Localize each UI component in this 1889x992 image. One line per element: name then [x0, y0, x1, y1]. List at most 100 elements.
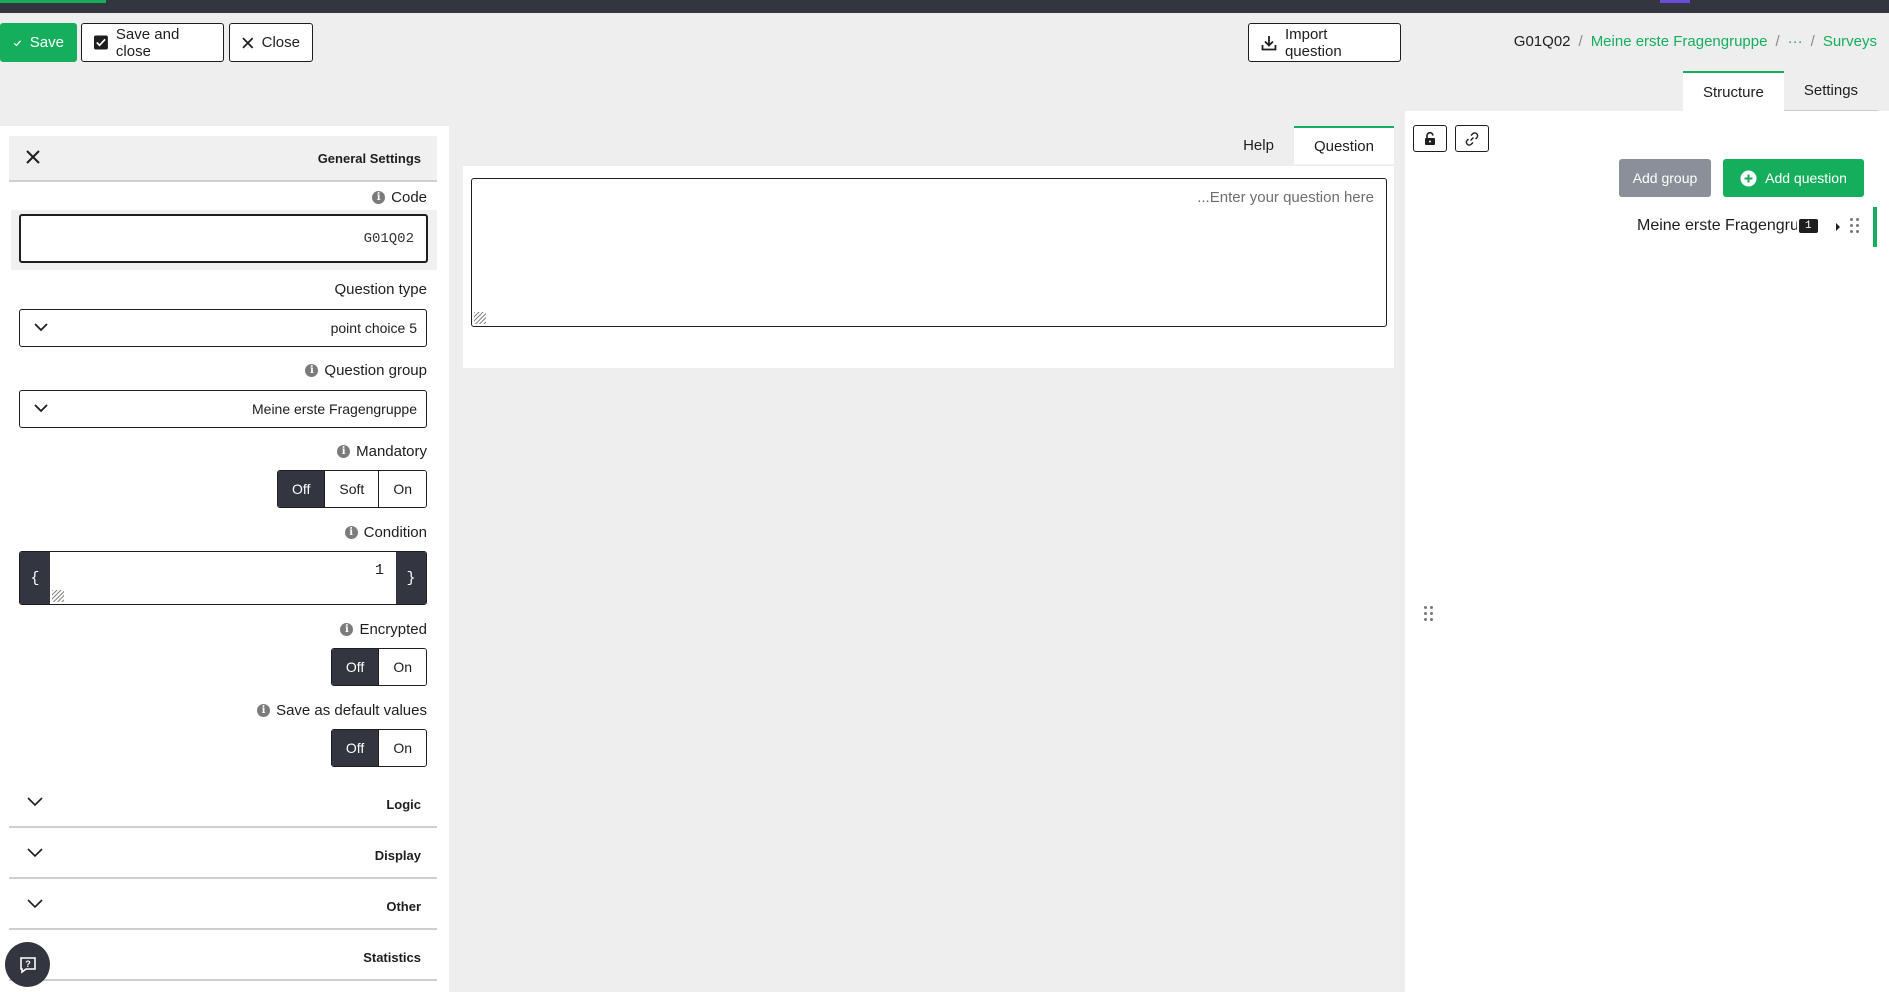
question-group-row[interactable]: Meine erste Fragengruppe 1 — [1405, 207, 1877, 247]
question-group-value: Meine erste Fragengruppe — [252, 401, 417, 417]
breadcrumb: G01Q02 / Meine erste Fragengruppe / ··· … — [1514, 33, 1877, 50]
info-icon[interactable]: i — [344, 526, 358, 539]
accordion-display[interactable]: Display — [9, 831, 437, 879]
mandatory-off-option[interactable]: Off — [277, 471, 325, 507]
general-settings-title: General Settings — [317, 151, 421, 166]
accordion-logic[interactable]: Logic — [9, 780, 437, 828]
chevron-down-icon — [34, 404, 48, 413]
breadcrumb-group-link[interactable]: Meine erste Fragengruppe — [1591, 33, 1768, 50]
import-icon — [1261, 35, 1277, 50]
close-button[interactable]: Close — [229, 23, 313, 62]
mandatory-on-option[interactable]: On — [378, 471, 426, 507]
code-input[interactable]: G01Q02 — [19, 214, 428, 263]
tab-help[interactable]: Help — [1223, 126, 1294, 164]
resize-handle-icon[interactable] — [52, 590, 64, 602]
save-default-off-option[interactable]: Off — [331, 730, 379, 766]
question-type-label: Question type — [334, 281, 427, 298]
caret-right-icon[interactable] — [1836, 223, 1840, 231]
import-question-button[interactable]: Import question — [1248, 23, 1401, 62]
chevron-down-icon — [27, 797, 43, 807]
encrypted-label-text: Encrypted — [359, 621, 427, 638]
drag-handle-icon[interactable] — [1850, 218, 1859, 233]
tab-question[interactable]: Question — [1293, 126, 1394, 164]
mandatory-soft-option[interactable]: Soft — [324, 471, 379, 507]
add-question-label: Add question — [1765, 170, 1847, 186]
question-type-value: point choice 5 — [330, 320, 417, 336]
mandatory-label-text: Mandatory — [356, 443, 427, 460]
condition-input[interactable]: 1 — [50, 552, 396, 604]
unlock-button[interactable] — [1413, 125, 1447, 152]
code-field-wrapper: G01Q02 — [11, 210, 437, 270]
link-icon — [1465, 131, 1479, 146]
feedback-chat-button[interactable]: ? — [5, 942, 50, 987]
checkbox-icon — [94, 35, 108, 50]
top-strip — [0, 0, 1889, 13]
encrypted-off-option[interactable]: Off — [331, 649, 379, 685]
chevron-down-icon — [27, 848, 43, 858]
breadcrumb-current: G01Q02 — [1513, 33, 1571, 50]
question-text-input[interactable]: ...Enter your question here — [471, 178, 1387, 327]
mandatory-toggle: Off Soft On — [276, 470, 427, 508]
link-toggle-button[interactable] — [1455, 125, 1489, 152]
save-button-label: Save — [29, 34, 64, 51]
add-question-button[interactable]: Add question — [1723, 159, 1864, 197]
save-default-label-text: Save as default values — [276, 702, 427, 719]
accordion-logic-label: Logic — [386, 797, 421, 812]
tab-structure[interactable]: Structure — [1683, 71, 1784, 111]
chevron-down-icon — [34, 323, 48, 332]
question-group-label-text: Question group — [324, 362, 427, 379]
encrypted-toggle: Off On — [330, 648, 427, 686]
save-default-toggle: Off On — [330, 729, 427, 767]
info-icon[interactable]: i — [340, 623, 354, 636]
encrypted-on-option[interactable]: On — [378, 649, 426, 685]
right-tabs: Structure Settings — [1683, 71, 1879, 111]
unlock-icon — [1425, 131, 1435, 145]
general-settings-header[interactable]: General Settings — [9, 136, 437, 182]
tab-settings[interactable]: Settings — [1783, 71, 1879, 111]
condition-editor: { 1 } — [19, 551, 427, 605]
save-button[interactable]: Save — [0, 23, 77, 62]
save-and-close-button[interactable]: Save and close — [81, 23, 224, 62]
close-icon — [242, 37, 254, 48]
encrypted-label: i Encrypted — [340, 621, 427, 638]
panel-resize-handle-icon[interactable] — [1424, 606, 1433, 621]
condition-label-text: Condition — [363, 524, 427, 541]
breadcrumb-separator: / — [1775, 33, 1780, 50]
info-icon[interactable]: i — [257, 704, 271, 717]
breadcrumb-separator: / — [1578, 33, 1583, 50]
save-and-close-label: Save and close — [115, 25, 180, 60]
svg-text:?: ? — [25, 959, 31, 969]
condition-close-brace: } — [396, 552, 426, 604]
accordion-statistics[interactable]: Statistics — [9, 933, 437, 981]
top-strip-marker — [1660, 0, 1690, 3]
accordion-other-label: Other — [386, 899, 421, 914]
code-label: i Code — [372, 189, 427, 206]
resize-handle-icon[interactable] — [474, 312, 486, 324]
close-icon[interactable] — [25, 149, 41, 165]
info-icon[interactable]: i — [305, 364, 319, 377]
condition-open-brace: { — [20, 552, 50, 604]
editor-tabs: Help Question — [1223, 126, 1394, 164]
accordion-display-label: Display — [374, 848, 421, 863]
accordion-other[interactable]: Other — [9, 882, 437, 930]
question-editor-panel: Help Question ...Enter your question her… — [463, 126, 1394, 368]
question-text-placeholder: ...Enter your question here — [1197, 189, 1374, 206]
breadcrumb-separator: / — [1810, 33, 1815, 50]
question-type-select[interactable]: point choice 5 — [19, 309, 427, 347]
check-icon — [13, 39, 22, 46]
question-group-select[interactable]: Meine erste Fragengruppe — [19, 390, 427, 428]
add-group-button[interactable]: Add group — [1619, 159, 1711, 197]
info-icon[interactable]: i — [337, 445, 351, 458]
info-icon[interactable]: i — [372, 191, 386, 204]
structure-panel: Add group Add question Meine erste Frage… — [1405, 111, 1889, 992]
question-group-label: i Question group — [305, 362, 427, 379]
mandatory-label: i Mandatory — [337, 443, 427, 460]
save-default-on-option[interactable]: On — [378, 730, 426, 766]
close-button-label: Close — [261, 34, 300, 51]
breadcrumb-ellipsis[interactable]: ··· — [1788, 33, 1803, 50]
breadcrumb-surveys-link[interactable]: Surveys — [1823, 33, 1877, 50]
plus-circle-icon — [1740, 170, 1757, 186]
accordion-statistics-label: Statistics — [363, 950, 421, 965]
condition-label: i Condition — [344, 524, 427, 541]
question-group-name: Meine erste Fragengruppe — [1637, 217, 1797, 234]
